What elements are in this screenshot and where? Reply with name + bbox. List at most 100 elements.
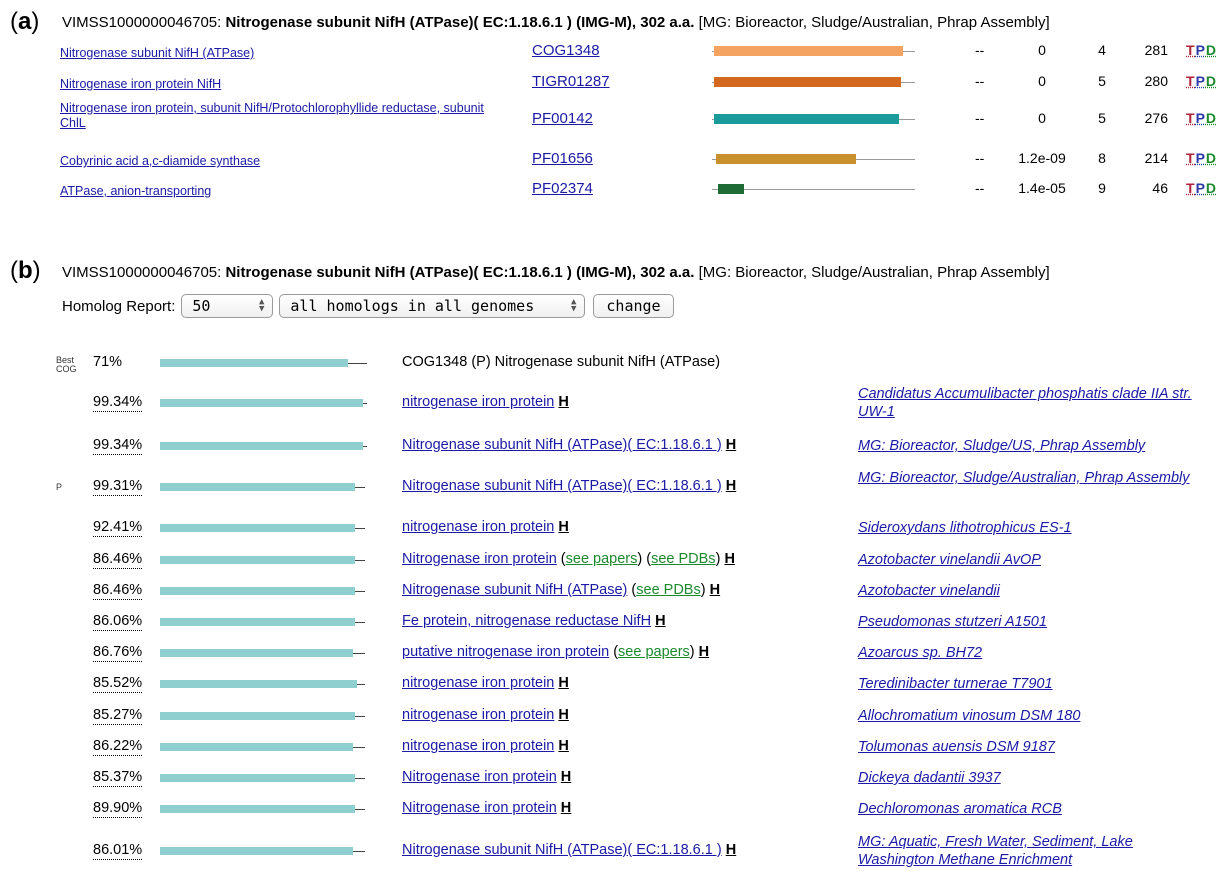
domain-alignment-bar <box>712 114 915 126</box>
domain-alignment-bar <box>712 184 915 196</box>
organism-link[interactable]: Azoarcus sp. BH72 <box>858 644 1198 662</box>
domain-description-link[interactable]: ATPase, anion-transporting <box>60 184 500 199</box>
tree-link[interactable]: T <box>1186 110 1196 126</box>
organism-link[interactable]: Azotobacter vinelandii AvOP <box>858 551 1198 569</box>
change-button[interactable]: change <box>593 294 674 318</box>
homolog-title-link[interactable]: Nitrogenase iron protein <box>402 551 557 567</box>
homolog-h-link[interactable]: H <box>726 842 736 858</box>
identity-percent[interactable]: 99.31% <box>93 478 143 496</box>
homolog-h-link[interactable]: H <box>726 478 736 494</box>
organism-link[interactable]: Dickeya dadantii 3937 <box>858 769 1198 787</box>
gene-title: Nitrogenase subunit NifH (ATPase)( EC:1.… <box>225 264 695 281</box>
pfam-link[interactable]: P <box>1196 110 1206 126</box>
domain-description-link[interactable]: Nitrogenase subunit NifH (ATPase) <box>60 46 500 61</box>
domain-link[interactable]: D <box>1206 42 1217 58</box>
homolog-h-link[interactable]: H <box>699 644 709 660</box>
pfam-link[interactable]: P <box>1196 42 1206 58</box>
identity-percent[interactable]: 85.52% <box>93 675 143 693</box>
identity-percent[interactable]: 86.01% <box>93 842 143 860</box>
organism-link[interactable]: Pseudomonas stutzeri A1501 <box>858 613 1198 631</box>
homolog-title-link[interactable]: Nitrogenase iron protein <box>402 769 557 785</box>
alignment-tail <box>354 716 365 717</box>
homolog-h-link[interactable]: H <box>655 613 665 629</box>
organism-link[interactable]: Allochromatium vinosum DSM 180 <box>858 707 1198 725</box>
domain-alignment-bar <box>712 154 915 166</box>
identity-percent[interactable]: 86.46% <box>93 551 143 569</box>
homolog-title-link[interactable]: Nitrogenase subunit NifH (ATPase) <box>402 582 627 598</box>
homolog-title-link[interactable]: Nitrogenase subunit NifH (ATPase)( EC:1.… <box>402 437 722 453</box>
homolog-title-link[interactable]: nitrogenase iron protein <box>402 394 554 410</box>
homolog-title-link[interactable]: putative nitrogenase iron protein <box>402 644 609 660</box>
homolog-title-link[interactable]: Nitrogenase subunit NifH (ATPase)( EC:1.… <box>402 478 722 494</box>
organism-link[interactable]: Tolumonas auensis DSM 9187 <box>858 738 1198 756</box>
identity-percent[interactable]: 99.34% <box>93 437 143 455</box>
homolog-title-link[interactable]: Nitrogenase iron protein <box>402 800 557 816</box>
tree-link[interactable]: T <box>1186 42 1196 58</box>
identity-percent[interactable]: 85.37% <box>93 769 143 787</box>
pfam-link[interactable]: P <box>1196 150 1206 166</box>
see-papers-link[interactable]: see papers <box>566 551 638 567</box>
identity-percent[interactable]: 99.34% <box>93 394 143 412</box>
homolog-title-link[interactable]: nitrogenase iron protein <box>402 675 554 691</box>
alignment-fill <box>718 184 745 194</box>
see-pdbs-link[interactable]: see PDBs <box>651 551 715 567</box>
see-pdbs-link[interactable]: see PDBs <box>636 582 700 598</box>
homolog-h-link[interactable]: H <box>558 519 568 535</box>
identity-percent[interactable]: 85.27% <box>93 707 143 725</box>
homolog-title-link[interactable]: Fe protein, nitrogenase reductase NifH <box>402 613 651 629</box>
domain-link[interactable]: D <box>1206 180 1217 196</box>
identity-percent[interactable]: 86.06% <box>93 613 143 631</box>
homolog-h-link[interactable]: H <box>558 675 568 691</box>
homolog-title-link[interactable]: nitrogenase iron protein <box>402 519 554 535</box>
domain-description-link[interactable]: Cobyrinic acid a,c-diamide synthase <box>60 154 500 169</box>
homolog-scope-select[interactable]: all homologs in all genomes ▲ ▼ <box>279 294 586 318</box>
identity-percent[interactable]: 86.76% <box>93 644 143 662</box>
domain-description-link[interactable]: Nitrogenase iron protein, subunit NifH/P… <box>60 101 500 131</box>
alignment-tail <box>354 591 365 592</box>
identity-percent[interactable]: 92.41% <box>93 519 143 537</box>
pfam-link[interactable]: P <box>1196 180 1206 196</box>
homolog-h-link[interactable]: H <box>710 582 720 598</box>
tree-link[interactable]: T <box>1186 150 1196 166</box>
see-papers-link[interactable]: see papers <box>618 644 690 660</box>
domain-description-link[interactable]: Nitrogenase iron protein NifH <box>60 77 500 92</box>
homolog-title-link[interactable]: Nitrogenase subunit NifH (ATPase)( EC:1.… <box>402 842 722 858</box>
homolog-h-link[interactable]: H <box>561 800 571 816</box>
domain-family-link[interactable]: PF00142 <box>532 110 593 127</box>
tpd-links: TPD <box>1186 150 1217 166</box>
homolog-h-link[interactable]: H <box>724 551 734 567</box>
homolog-h-link[interactable]: H <box>558 707 568 723</box>
tree-link[interactable]: T <box>1186 180 1196 196</box>
homolog-title: Nitrogenase iron protein (see papers) (s… <box>402 551 735 567</box>
domain-link[interactable]: D <box>1206 150 1217 166</box>
domain-family-link[interactable]: TIGR01287 <box>532 73 610 90</box>
homolog-h-link[interactable]: H <box>561 769 571 785</box>
homolog-h-link[interactable]: H <box>558 738 568 754</box>
homolog-title: nitrogenase iron protein H <box>402 738 569 754</box>
homolog-h-link[interactable]: H <box>558 394 568 410</box>
domain-link[interactable]: D <box>1206 73 1217 89</box>
identity-bar <box>160 680 367 690</box>
organism-link[interactable]: Candidatus Accumulibacter phosphatis cla… <box>858 385 1198 421</box>
organism-link[interactable]: Sideroxydans lithotrophicus ES-1 <box>858 519 1198 537</box>
organism-link[interactable]: Dechloromonas aromatica RCB <box>858 800 1198 818</box>
identity-percent[interactable]: 86.22% <box>93 738 143 756</box>
domain-family-link[interactable]: COG1348 <box>532 42 600 59</box>
homolog-title-link[interactable]: nitrogenase iron protein <box>402 738 554 754</box>
organism-link[interactable]: MG: Bioreactor, Sludge/US, Phrap Assembl… <box>858 437 1198 455</box>
evalue-cell: 1.4e-05 <box>1018 180 1066 196</box>
identity-percent[interactable]: 86.46% <box>93 582 143 600</box>
homolog-h-link[interactable]: H <box>726 437 736 453</box>
homolog-title-link[interactable]: nitrogenase iron protein <box>402 707 554 723</box>
organism-link[interactable]: MG: Aquatic, Fresh Water, Sediment, Lake… <box>858 833 1198 869</box>
domain-link[interactable]: D <box>1206 110 1217 126</box>
identity-percent[interactable]: 89.90% <box>93 800 143 818</box>
homolog-count-select[interactable]: 50 ▲ ▼ <box>181 294 274 318</box>
domain-family-link[interactable]: PF02374 <box>532 180 593 197</box>
tree-link[interactable]: T <box>1186 73 1196 89</box>
organism-link[interactable]: Azotobacter vinelandii <box>858 582 1198 600</box>
pfam-link[interactable]: P <box>1196 73 1206 89</box>
organism-link[interactable]: Teredinibacter turnerae T7901 <box>858 675 1198 693</box>
organism-link[interactable]: MG: Bioreactor, Sludge/Australian, Phrap… <box>858 469 1198 487</box>
domain-family-link[interactable]: PF01656 <box>532 150 593 167</box>
